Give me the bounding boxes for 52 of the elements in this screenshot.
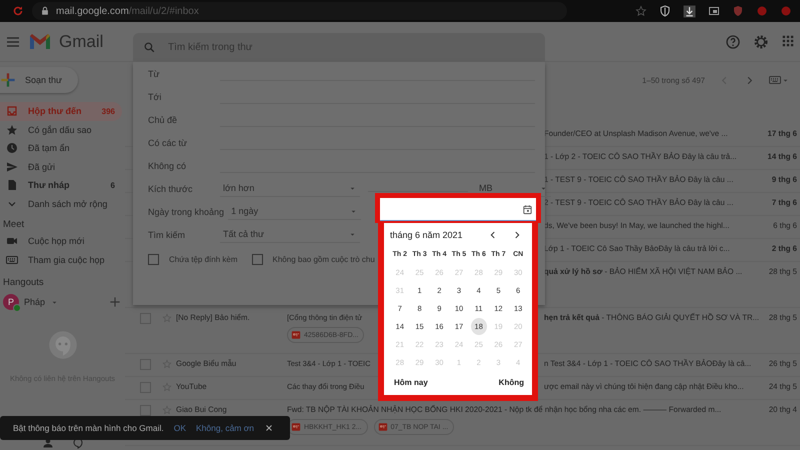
field-label: Chủ đề xyxy=(148,114,178,124)
compose-button[interactable]: Soạn thư xyxy=(0,67,78,93)
toast-action[interactable]: OK xyxy=(174,423,186,433)
toast-action[interactable]: Không, cảm ơn xyxy=(196,423,254,433)
extension-icon[interactable] xyxy=(708,5,720,17)
reload-icon[interactable] xyxy=(12,5,24,17)
star-icon[interactable] xyxy=(635,5,647,17)
shield-icon[interactable] xyxy=(659,5,671,17)
checkbox[interactable] xyxy=(148,254,159,265)
field-label: Kích thước xyxy=(148,184,194,194)
pdf-icon xyxy=(291,422,301,432)
toast-message: Bật thông báo trên màn hình cho Gmail. xyxy=(13,423,164,433)
download-icon[interactable] xyxy=(683,4,696,18)
checkbox-label: Chứa tệp đính kèm xyxy=(169,255,238,264)
help-icon[interactable] xyxy=(725,34,741,50)
field-label: Tìm kiếm xyxy=(148,230,186,240)
month-title: tháng 6 năm 2021 xyxy=(390,230,463,240)
field-label: Tới xyxy=(148,92,162,102)
field-label: Ngày trong khoảng xyxy=(148,206,224,216)
field-label: Không có xyxy=(148,160,188,170)
field-label: Có các từ xyxy=(148,138,188,148)
settings-icon[interactable] xyxy=(753,34,769,50)
search-icon xyxy=(143,40,156,54)
gmail-logo-icon[interactable] xyxy=(29,33,51,50)
checkbox-label: Không bao gồm cuộc trò chu xyxy=(272,255,375,264)
pdf-icon xyxy=(291,330,301,340)
keyboard-icon[interactable] xyxy=(769,74,781,86)
avatar: P xyxy=(3,294,19,310)
section-heading: Hangouts xyxy=(2,276,45,290)
date-field[interactable] xyxy=(380,198,536,221)
apps-icon[interactable] xyxy=(781,34,795,48)
clock-icon xyxy=(6,142,18,154)
star-icon xyxy=(6,124,18,136)
app-name: Gmail xyxy=(59,32,104,52)
field-label: Từ xyxy=(148,68,161,78)
pdf-icon xyxy=(378,422,388,432)
add-icon[interactable] xyxy=(108,295,122,309)
address-bar[interactable]: mail.google.com/mail/u/2/#inbox xyxy=(32,2,567,20)
lock-icon xyxy=(40,6,50,16)
send-icon xyxy=(6,160,18,173)
keyboard-icon xyxy=(6,254,18,266)
section-heading: Meet xyxy=(2,218,26,232)
checkbox[interactable] xyxy=(252,254,263,265)
checkbox[interactable] xyxy=(140,405,151,416)
plus-icon xyxy=(0,72,16,88)
today-button[interactable]: Hôm nay xyxy=(394,376,428,389)
calendar-icon[interactable] xyxy=(522,204,533,214)
file-icon xyxy=(6,179,18,192)
inbox-icon xyxy=(6,105,18,118)
close-icon[interactable] xyxy=(264,423,274,433)
clear-button[interactable]: Không xyxy=(498,376,524,389)
star-icon[interactable] xyxy=(162,405,172,415)
